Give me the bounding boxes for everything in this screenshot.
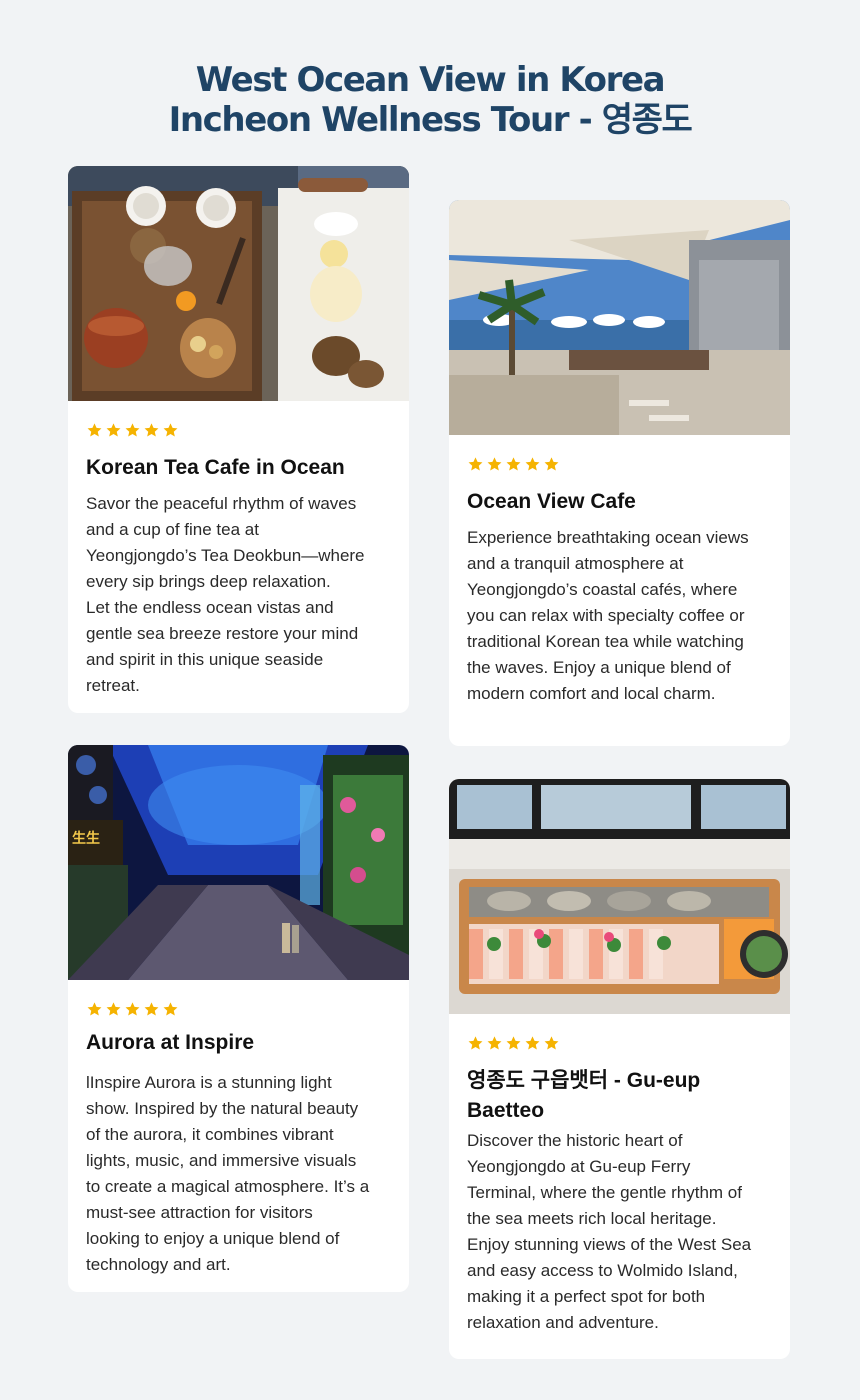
star-icon (506, 456, 521, 471)
card-title: Ocean View Cafe (467, 490, 636, 513)
star-rating (86, 1000, 391, 1018)
star-icon (506, 1035, 521, 1050)
star-icon (87, 422, 102, 437)
tea-set-photo (68, 166, 409, 401)
star-icon (144, 422, 159, 437)
card-aurora-at-inspire[interactable]: 生生 Aurora at Inspire lInspire Aurora is … (68, 745, 409, 1292)
card-description: Experience breathtaking ocean views and … (467, 528, 749, 703)
star-rating (86, 421, 391, 439)
star-icon (106, 1001, 121, 1016)
star-icon (468, 1035, 483, 1050)
star-icon (487, 456, 502, 471)
card-gu-eup-baetteo[interactable]: 영종도 구읍뱃터 - Gu-eup Baetteo Discover the h… (449, 779, 790, 1359)
star-icon (525, 456, 540, 471)
star-icon (544, 456, 559, 471)
card-title: 영종도 구읍뱃터 - Gu-eup Baetteo (467, 1069, 701, 1122)
aurora-light-show-photo: 生生 (68, 745, 409, 980)
card-ocean-view-cafe[interactable]: Ocean View Cafe Experience breathtaking … (449, 200, 790, 746)
star-rating (467, 455, 772, 473)
card-description: lInspire Aurora is a stunning light show… (86, 1073, 370, 1274)
seafood-platter-photo (449, 779, 790, 1014)
card-description: Discover the historic heart of Yeongjong… (467, 1131, 752, 1332)
page-title: West Ocean View in Korea Incheon Wellnes… (0, 60, 860, 140)
star-icon (525, 1035, 540, 1050)
star-icon (106, 422, 121, 437)
star-icon (144, 1001, 159, 1016)
page-title-line-2: Incheon Wellness Tour - 영종도 (168, 100, 693, 140)
star-rating (467, 1034, 772, 1052)
ocean-terrace-photo (449, 200, 790, 435)
star-icon (87, 1001, 102, 1016)
star-icon (487, 1035, 502, 1050)
star-icon (468, 456, 483, 471)
star-icon (125, 1001, 140, 1016)
card-korean-tea-cafe[interactable]: Korean Tea Cafe in Ocean Savor the peace… (68, 166, 409, 713)
star-icon (163, 422, 178, 437)
star-icon (125, 422, 140, 437)
star-icon (544, 1035, 559, 1050)
card-title: Korean Tea Cafe in Ocean (86, 456, 345, 479)
neon-sign-text: 生生 (72, 830, 100, 847)
card-description: Savor the peaceful rhythm of waves and a… (86, 494, 365, 695)
card-title: Aurora at Inspire (86, 1031, 255, 1054)
page-title-line-1: West Ocean View in Korea (195, 60, 666, 100)
star-icon (163, 1001, 178, 1016)
